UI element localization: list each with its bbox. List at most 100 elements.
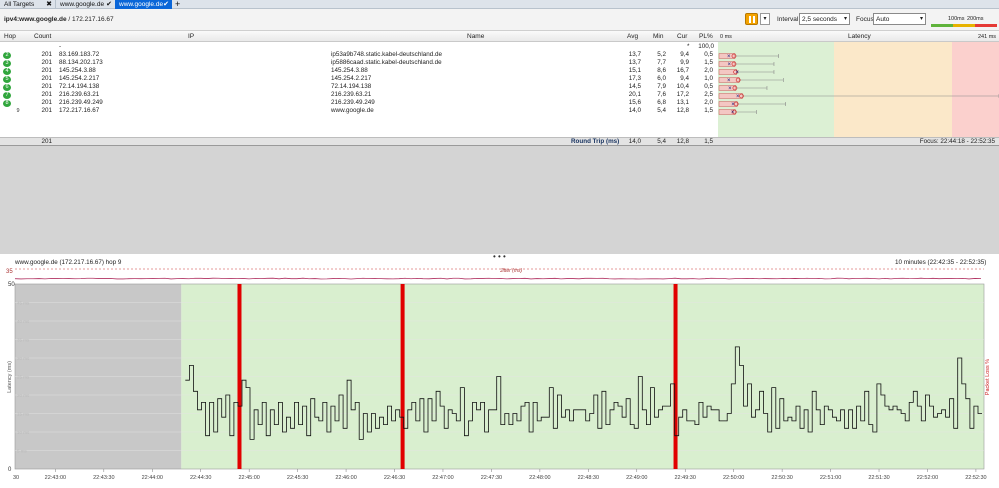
x-tick-label: 22:46:00 (335, 475, 356, 481)
chevron-down-icon: ▾ (844, 14, 847, 25)
latency-cur-marker: × (728, 62, 732, 68)
y-tick-label: 0 (8, 467, 12, 473)
hop-status-icon: 2 (3, 52, 11, 59)
table-row[interactable]: 6 201 72.14.194.138 72.14.194.138 14,5 7,9 10,… (0, 83, 718, 91)
latency-cur-marker: × (728, 86, 732, 92)
y-tick-label: 25 ms (17, 375, 30, 380)
packet-loss-bar (674, 284, 678, 469)
latency-cur-marker: × (731, 110, 735, 116)
hop-status-icon: 3 (3, 60, 11, 67)
y-tick-label: 40 ms (17, 319, 30, 324)
x-tick-label: 22:52:00 (917, 475, 938, 481)
x-tick-label: 22:48:00 (529, 475, 550, 481)
name-cell: www.google.de (331, 107, 374, 115)
ip-cell: 216.239.49.249 (59, 99, 103, 107)
hop-status-icon: 5 (3, 76, 11, 83)
empty-gray-area (0, 146, 999, 254)
col-latency[interactable]: Latency (848, 33, 871, 40)
close-icon[interactable]: ✖ (46, 0, 52, 9)
x-start-label: 30 (13, 475, 19, 481)
jitter-top-label: 35 (6, 269, 13, 275)
col-avg[interactable]: Avg (627, 33, 638, 40)
col-ip[interactable]: IP (188, 33, 194, 40)
hop-status-icon: 7 (3, 92, 11, 99)
ip-cell: 88.134.202.173 (59, 59, 103, 67)
y-tick-label: 10 ms (17, 430, 30, 435)
y-tick-label: 45 ms (17, 301, 30, 306)
x-tick-label: 22:45:30 (287, 475, 308, 481)
tab-label: All Targets (4, 1, 34, 8)
chevron-down-icon: ▾ (920, 14, 923, 25)
x-tick-label: 22:50:00 (723, 475, 744, 481)
ip-cell: 145.254.3.88 (59, 67, 96, 75)
packet-loss-bar (237, 284, 241, 469)
table-row[interactable]: 8 201 216.239.49.249 216.239.49.249 15,6 6,8 1… (0, 99, 718, 107)
table-row[interactable]: 9 201 172.217.16.67 www.google.de 14,0 5,4 12,… (0, 107, 718, 115)
table-row[interactable]: - * 100,0 (0, 43, 718, 51)
pause-button[interactable] (745, 13, 758, 25)
col-cur[interactable]: Cur (677, 33, 687, 40)
toolbar: ipv4:www.google.de / 172.217.16.67 ▾ Int… (0, 9, 999, 31)
ip-cell: 172.217.16.67 (59, 107, 99, 115)
x-tick-label: 22:43:30 (93, 475, 114, 481)
latency-cur-marker: × (727, 78, 731, 84)
latency-chart: Jitter (ms) 35 0 5 ms 10 ms 15 ms 20 ms 25 ms 30… (0, 267, 999, 488)
chart-title: www.google.de (172.217.16.67) hop 9 (15, 259, 121, 266)
ip-cell: 145.254.2.217 (59, 75, 99, 83)
packet-loss-bar (401, 284, 405, 469)
focus-label: Focus (856, 16, 874, 23)
add-tab-icon[interactable]: + (175, 0, 180, 9)
tab-label: www.google.de (60, 1, 104, 8)
latency-cur-marker: × (727, 54, 731, 60)
x-tick-label: 22:44:30 (190, 475, 211, 481)
chart-range: 10 minutes (22:42:35 - 22:52:35) (895, 259, 986, 266)
x-tick-label: 22:51:30 (868, 475, 889, 481)
x-tick-label: 22:44:00 (142, 475, 163, 481)
splitter-handle[interactable]: • • • (493, 252, 506, 261)
ip-cell: 83.169.183.72 (59, 51, 99, 59)
ip-cell: 72.14.194.138 (59, 83, 99, 91)
x-tick-label: 22:46:30 (384, 475, 405, 481)
col-count[interactable]: Count (34, 33, 51, 40)
name-cell: 145.254.3.88 (331, 67, 368, 75)
col-min[interactable]: Min (653, 33, 663, 40)
interval-select[interactable]: 2,5 seconds ▾ (799, 13, 850, 25)
x-tick-label: 22:48:30 (578, 475, 599, 481)
table-row[interactable]: 2 201 83.169.183.72 ip53a9b748.static.kabel… (0, 51, 718, 59)
tab-google-1[interactable]: www.google.de ✔ (55, 0, 115, 9)
x-tick-label: 22:47:30 (481, 475, 502, 481)
jitter-label: Jitter (ms) (499, 268, 523, 274)
y-tick-label: 35 ms (17, 338, 30, 343)
options-dropdown-button[interactable]: ▾ (760, 13, 770, 25)
col-name[interactable]: Name (467, 33, 484, 40)
tab-all-targets[interactable]: All Targets ✖ (0, 0, 55, 9)
latency-avg-bar (719, 70, 737, 75)
latency-cur-marker: × (731, 102, 735, 108)
interval-label: Interval (777, 16, 798, 23)
summary-row: 201 Round Trip (ms) 14,0 5,4 12,8 1,5 Fo… (0, 137, 999, 145)
col-pl[interactable]: PL% (699, 33, 713, 40)
y-tick-label: 30 ms (17, 356, 30, 361)
focus-select[interactable]: Auto ▾ (873, 13, 926, 25)
latency-bars: ×××××××× (718, 42, 999, 137)
latency-cur-marker: × (736, 94, 740, 100)
y-tick-label: 5 ms (17, 449, 28, 454)
table-row[interactable]: 3 201 88.134.202.173 ip5886caad.static.kabe… (0, 59, 718, 67)
col-hop[interactable]: Hop (4, 33, 16, 40)
table-row[interactable]: 4 201 145.254.3.88 145.254.3.88 15,1 8,6 16,7 2… (0, 67, 718, 75)
table-row[interactable]: 7 201 216.239.63.21 216.239.63.21 20,1 7,6 17,… (0, 91, 718, 99)
y-tick-label: 20 ms (17, 393, 30, 398)
y-tick-label: 15 ms (17, 412, 30, 417)
hop-status-icon: 8 (3, 100, 11, 107)
tab-google-2[interactable]: www.google.de ✔ (115, 0, 172, 9)
x-tick-label: 22:43:00 (45, 475, 66, 481)
name-cell: 216.239.49.249 (331, 99, 375, 107)
target-address: ipv4:www.google.de / 172.217.16.67 (4, 16, 114, 23)
latency-max-label: 241 ms (978, 34, 996, 40)
table-row[interactable]: 5 201 145.254.2.217 145.254.2.217 17,3 6,0 9,4… (0, 75, 718, 83)
hop-status-icon: 4 (3, 68, 11, 75)
latency-min-label: 0 ms (720, 34, 732, 40)
pause-icon (749, 16, 755, 23)
tab-bar: All Targets ✖ www.google.de ✔ www.google… (0, 0, 999, 9)
x-tick-label: 22:51:00 (820, 475, 841, 481)
